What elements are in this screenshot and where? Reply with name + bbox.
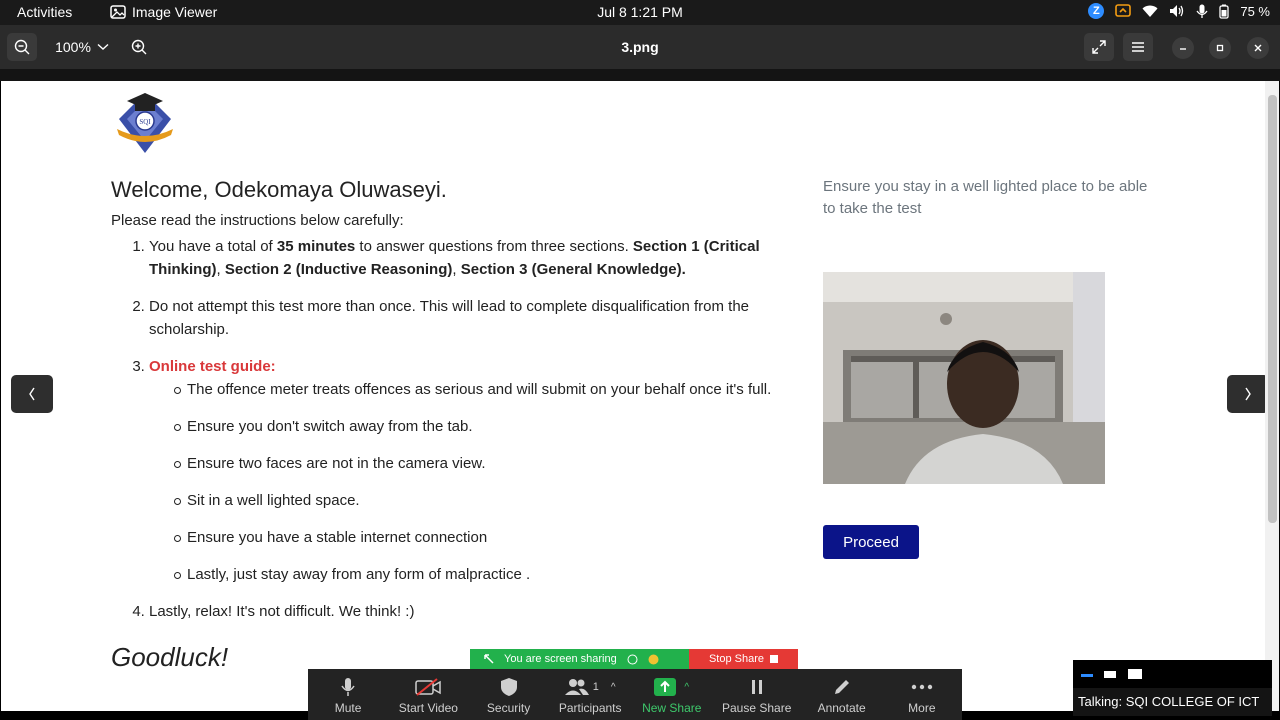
close-button[interactable] — [1247, 37, 1269, 59]
guide-list: The offence meter treats offences as ser… — [149, 378, 791, 586]
zoom-out-button[interactable] — [7, 33, 37, 61]
instruction-item-1: You have a total of 35 minutes to answer… — [149, 235, 791, 281]
online-test-guide-title: Online test guide: — [149, 358, 276, 375]
expand-view-icon[interactable] — [1127, 668, 1143, 680]
screen-sharing-banner: You are screen sharing Stop Share — [470, 649, 798, 669]
microphone-icon[interactable] — [1196, 4, 1208, 19]
minimize-button[interactable] — [1172, 37, 1194, 59]
guide-item: Sit in a well lighted space. — [174, 489, 791, 512]
minimize-icon — [1180, 48, 1186, 50]
zoom-in-button[interactable] — [124, 33, 154, 61]
participants-button[interactable]: 1 ^ Participants — [559, 676, 622, 715]
close-icon — [1254, 44, 1262, 52]
app-menu[interactable]: Image Viewer — [110, 4, 217, 20]
guide-item: Lastly, just stay away from any form of … — [174, 563, 791, 586]
sharing-status[interactable]: You are screen sharing — [470, 649, 689, 669]
maximize-button[interactable] — [1209, 37, 1231, 59]
activities-button[interactable]: Activities — [17, 4, 72, 20]
maximize-icon — [1216, 44, 1224, 52]
guide-item: The offence meter treats offences as ser… — [174, 378, 791, 401]
welcome-heading: Welcome, Odekomaya Oluwaseyi. — [111, 177, 447, 202]
stop-share-button[interactable]: Stop Share — [689, 649, 798, 669]
guide-item: Ensure you don't switch away from the ta… — [174, 415, 791, 438]
participants-count: 1 — [592, 681, 599, 693]
share-caret-icon[interactable]: ^ — [684, 682, 689, 693]
talking-indicator[interactable]: Talking: SQI COLLEGE OF ICT — [1073, 660, 1272, 716]
fullscreen-icon — [1092, 40, 1106, 54]
viewer-header-bar: 100% 3.png — [0, 25, 1280, 69]
fullscreen-button[interactable] — [1084, 33, 1114, 61]
zoom-toolbar: Mute Start Video Security 1 ^ Participant… — [308, 669, 962, 720]
battery-icon[interactable] — [1219, 4, 1230, 19]
security-status-icon — [648, 654, 659, 664]
chevron-right-icon — [1245, 387, 1251, 401]
pencil-icon — [834, 680, 849, 694]
new-share-button[interactable]: ^ New Share — [642, 676, 702, 715]
instructions-list: You have a total of 35 minutes to answer… — [111, 235, 791, 637]
scrollbar-thumb[interactable] — [1268, 95, 1277, 523]
volume-icon[interactable] — [1169, 4, 1185, 18]
start-video-button[interactable]: Start Video — [398, 676, 458, 715]
main-menu-button[interactable] — [1123, 33, 1153, 61]
shield-check-icon — [627, 654, 638, 664]
proceed-button[interactable]: Proceed — [823, 525, 919, 559]
drag-handle-icon[interactable] — [484, 654, 494, 664]
zoom-level: 100% — [55, 39, 91, 55]
shield-icon — [500, 678, 517, 696]
guide-item: Ensure you have a stable internet connec… — [174, 526, 791, 549]
sharing-text: You are screen sharing — [504, 653, 617, 665]
zoom-out-icon — [14, 39, 30, 55]
zoom-level-dropdown[interactable]: 100% — [41, 33, 123, 61]
wifi-icon[interactable] — [1142, 5, 1158, 18]
instruction-item-3: Online test guide: The offence meter tre… — [149, 355, 791, 586]
zoom-in-icon — [131, 39, 147, 55]
battery-percent: 75 % — [1240, 3, 1270, 19]
webcam-frame-illustration — [823, 272, 1105, 484]
chevron-down-icon — [97, 43, 109, 50]
page-scrollbar[interactable] — [1265, 81, 1279, 711]
instruction-item-2: Do not attempt this test more than once.… — [149, 295, 791, 341]
system-top-bar: Activities Image Viewer Jul 8 1:21 PM Z … — [0, 0, 1280, 25]
more-dots-icon — [911, 684, 933, 690]
screen-share-icon[interactable] — [1115, 4, 1132, 18]
share-arrow-icon — [654, 678, 677, 696]
app-name: Image Viewer — [132, 4, 218, 20]
sqi-logo: SQI — [117, 93, 173, 153]
instructions-intro: Please read the instructions below caref… — [111, 212, 404, 229]
stop-share-label: Stop Share — [708, 653, 765, 665]
previous-image-button[interactable] — [11, 375, 53, 413]
webcam-preview — [823, 272, 1105, 484]
viewer-canvas-edge — [0, 69, 1280, 81]
displayed-image: SQI Welcome, Odekomaya Oluwaseyi. Please… — [1, 81, 1279, 711]
next-image-button[interactable] — [1227, 375, 1269, 413]
security-button[interactable]: Security — [479, 676, 539, 715]
video-off-icon — [415, 678, 442, 696]
instruction-item-4: Lastly, relax! It's not difficult. We th… — [149, 600, 791, 623]
minimize-video-icon[interactable] — [1081, 671, 1093, 677]
participants-icon — [564, 679, 589, 695]
image-viewer-icon — [110, 5, 126, 19]
more-button[interactable]: More — [892, 676, 952, 715]
zoom-tray-icon[interactable]: Z — [1088, 3, 1105, 19]
annotate-button[interactable]: Annotate — [812, 676, 872, 715]
stop-icon — [770, 655, 779, 663]
svg-text:SQI: SQI — [139, 118, 151, 126]
system-tray[interactable]: Z 75 % — [1088, 3, 1270, 19]
pause-icon — [751, 680, 762, 694]
view-mode-strip[interactable] — [1073, 660, 1272, 688]
mute-button[interactable]: Mute — [318, 676, 378, 715]
goodluck-text: Goodluck! — [111, 642, 229, 672]
participants-caret-icon[interactable]: ^ — [611, 682, 616, 693]
single-view-icon[interactable] — [1103, 669, 1117, 679]
hamburger-menu-icon — [1132, 42, 1144, 52]
microphone-icon — [341, 678, 355, 696]
lighting-note: Ensure you stay in a well lighted place … — [823, 178, 1148, 217]
talking-text: Talking: SQI COLLEGE OF ICT — [1078, 694, 1260, 709]
guide-item: Ensure two faces are not in the camera v… — [174, 452, 791, 475]
chevron-left-icon — [29, 387, 35, 401]
pause-share-button[interactable]: Pause Share — [722, 676, 791, 715]
